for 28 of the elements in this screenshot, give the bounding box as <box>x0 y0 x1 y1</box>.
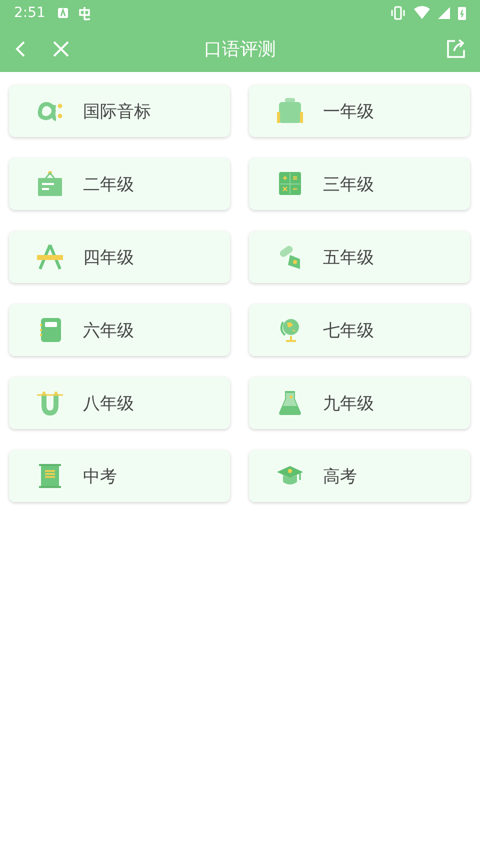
compass-icon <box>36 243 64 271</box>
category-card[interactable]: 中考 <box>9 450 230 502</box>
category-card[interactable]: 七年级 <box>249 304 470 356</box>
wifi-icon <box>414 6 430 20</box>
scroll-icon <box>36 462 64 490</box>
calculator-icon <box>276 170 304 198</box>
flask-icon <box>276 389 304 417</box>
category-card[interactable]: 六年级 <box>9 304 230 356</box>
page-title: 口语评测 <box>204 38 276 61</box>
share-icon <box>446 39 466 59</box>
category-card[interactable]: 国际音标 <box>9 85 230 137</box>
category-card[interactable]: 五年级 <box>249 231 470 283</box>
notification-icon <box>57 7 70 19</box>
category-card[interactable]: 九年级 <box>249 377 470 429</box>
backpack-icon <box>276 97 304 125</box>
folder-icon <box>36 170 64 198</box>
category-card[interactable]: 八年级 <box>9 377 230 429</box>
status-time: 2:51 <box>14 5 46 21</box>
close-icon <box>52 40 70 58</box>
category-card[interactable]: 四年级 <box>9 231 230 283</box>
category-card[interactable]: 高考 <box>249 450 470 502</box>
magnet-icon <box>36 389 64 417</box>
category-card[interactable]: 二年级 <box>9 158 230 210</box>
vibrate-icon <box>390 6 406 20</box>
signal-icon <box>438 7 450 19</box>
category-card[interactable]: 一年级 <box>249 85 470 137</box>
category-card[interactable]: 三年级 <box>249 158 470 210</box>
battery-icon <box>458 6 466 20</box>
